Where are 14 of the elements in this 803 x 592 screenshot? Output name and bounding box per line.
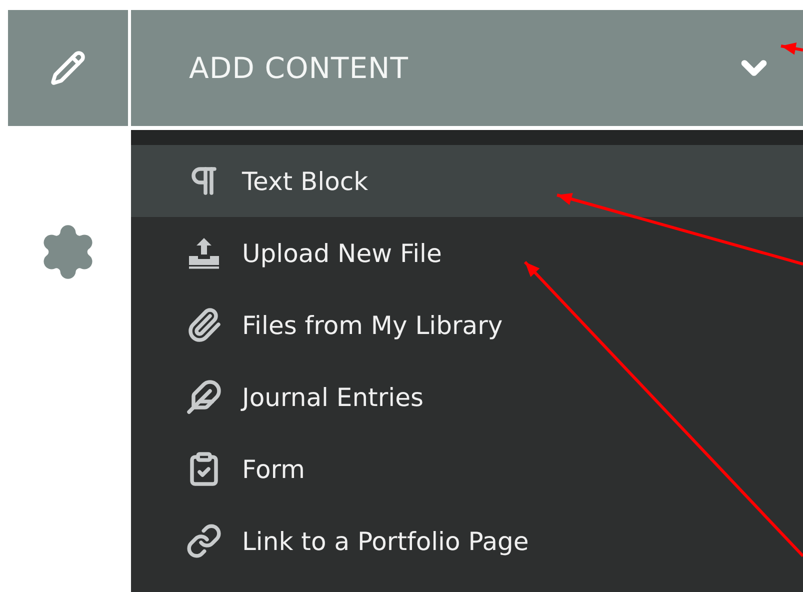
link-icon [186, 523, 222, 559]
menu-item[interactable]: Text Block [131, 145, 803, 217]
pencil-icon [50, 50, 86, 86]
menu-item[interactable]: Journal Entries [131, 361, 803, 433]
edit-tile[interactable] [8, 10, 128, 126]
paperclip-icon [186, 307, 222, 343]
menu-item[interactable]: Link to a Portfolio Page [131, 505, 803, 577]
menu-item[interactable]: Files from My Library [131, 289, 803, 361]
menu-item[interactable]: Form [131, 433, 803, 505]
annotation-arrow [780, 42, 803, 55]
upload-icon [186, 235, 222, 271]
feather-icon [186, 379, 222, 415]
menu-item[interactable]: Upload New File [131, 217, 803, 289]
header-title: ADD CONTENT [189, 51, 408, 85]
